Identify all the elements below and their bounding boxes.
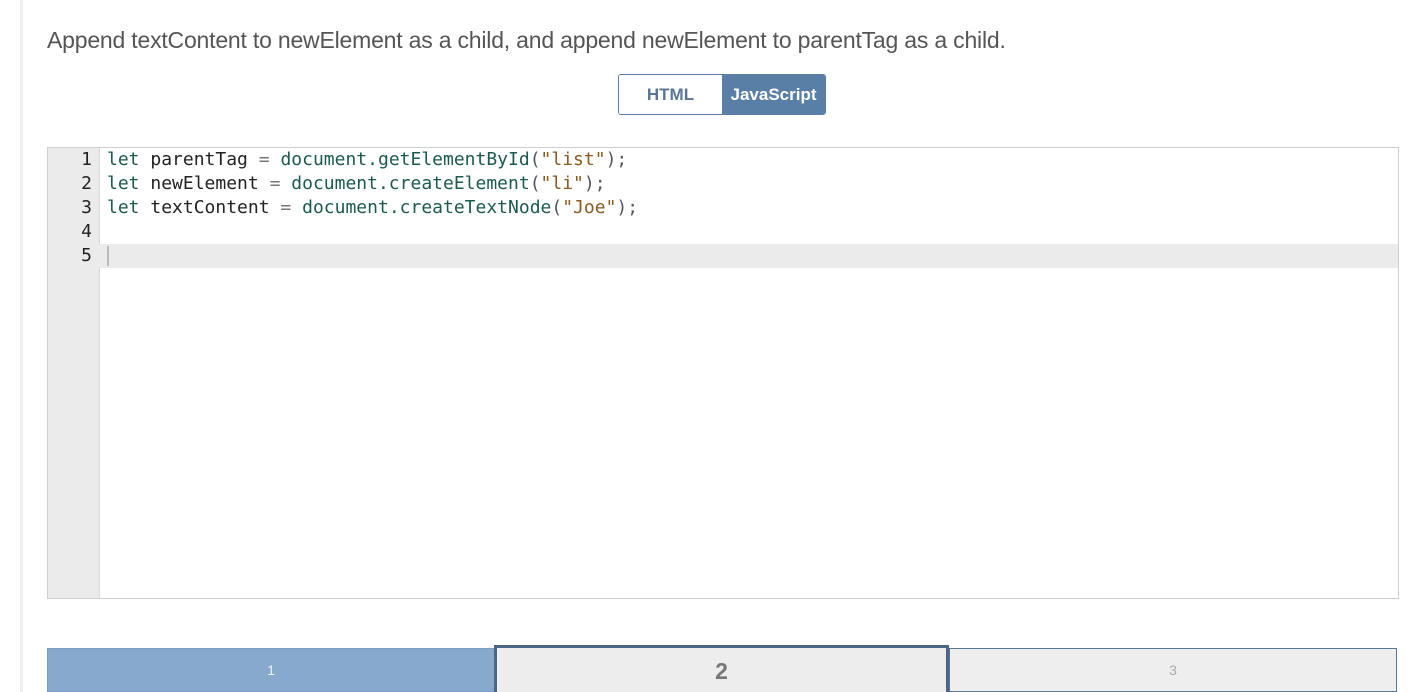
punctuation-token: ( bbox=[529, 149, 541, 170]
code-line[interactable]: 2 let newElement = document.createElemen… bbox=[48, 172, 1398, 196]
keyword-token: let bbox=[107, 197, 140, 218]
operator-token: = bbox=[280, 197, 292, 218]
object-token: document bbox=[291, 173, 378, 194]
text-cursor bbox=[107, 246, 109, 266]
line-number: 5 bbox=[81, 245, 92, 266]
line-number: 3 bbox=[81, 197, 92, 218]
keyword-token: let bbox=[107, 173, 140, 194]
punctuation-token: ); bbox=[616, 197, 639, 218]
tab-html[interactable]: HTML bbox=[619, 75, 722, 114]
variable-token: parentTag bbox=[150, 149, 248, 170]
code-editor[interactable]: 1 let parentTag = document.getElementByI… bbox=[47, 147, 1399, 599]
page-step-3[interactable]: 3 bbox=[949, 648, 1397, 692]
tab-javascript[interactable]: JavaScript bbox=[722, 75, 825, 114]
code-line[interactable]: 3 let textContent = document.createTextN… bbox=[48, 196, 1398, 220]
string-token: "Joe" bbox=[562, 197, 617, 218]
line-number: 4 bbox=[81, 221, 92, 242]
punctuation-token: ( bbox=[551, 197, 563, 218]
keyword-token: let bbox=[107, 149, 140, 170]
operator-token: = bbox=[258, 149, 270, 170]
string-token: "list" bbox=[540, 149, 606, 170]
method-token: .createTextNode bbox=[388, 197, 552, 218]
object-token: document bbox=[280, 149, 368, 170]
method-token: .getElementById bbox=[367, 149, 530, 170]
punctuation-token: ); bbox=[583, 173, 606, 194]
line-code[interactable]: let newElement = document.createElement(… bbox=[107, 172, 606, 196]
line-code[interactable]: let textContent = document.createTextNod… bbox=[107, 196, 638, 220]
instruction-text: Append textContent to newElement as a ch… bbox=[47, 27, 1006, 53]
page-step-2-current[interactable]: 2 bbox=[494, 645, 949, 692]
code-line[interactable]: 1 let parentTag = document.getElementByI… bbox=[48, 148, 1398, 172]
object-token: document bbox=[302, 197, 389, 218]
operator-token: = bbox=[269, 173, 281, 194]
string-token: "li" bbox=[540, 173, 584, 194]
line-code[interactable]: let parentTag = document.getElementById(… bbox=[107, 148, 627, 172]
left-divider bbox=[20, 0, 23, 692]
method-token: .createElement bbox=[377, 173, 530, 194]
variable-token: newElement bbox=[150, 173, 259, 194]
step-pagination: 1 3 2 bbox=[47, 645, 1397, 692]
line-number: 2 bbox=[81, 173, 92, 194]
line-number: 1 bbox=[81, 149, 92, 170]
language-toggle: HTML JavaScript bbox=[618, 74, 826, 115]
page-step-1[interactable]: 1 bbox=[47, 648, 495, 692]
active-code-line[interactable]: 5 bbox=[48, 244, 1398, 268]
punctuation-token: ); bbox=[605, 149, 628, 170]
variable-token: textContent bbox=[150, 197, 270, 218]
code-line[interactable]: 4 bbox=[48, 220, 1398, 244]
punctuation-token: ( bbox=[529, 173, 541, 194]
